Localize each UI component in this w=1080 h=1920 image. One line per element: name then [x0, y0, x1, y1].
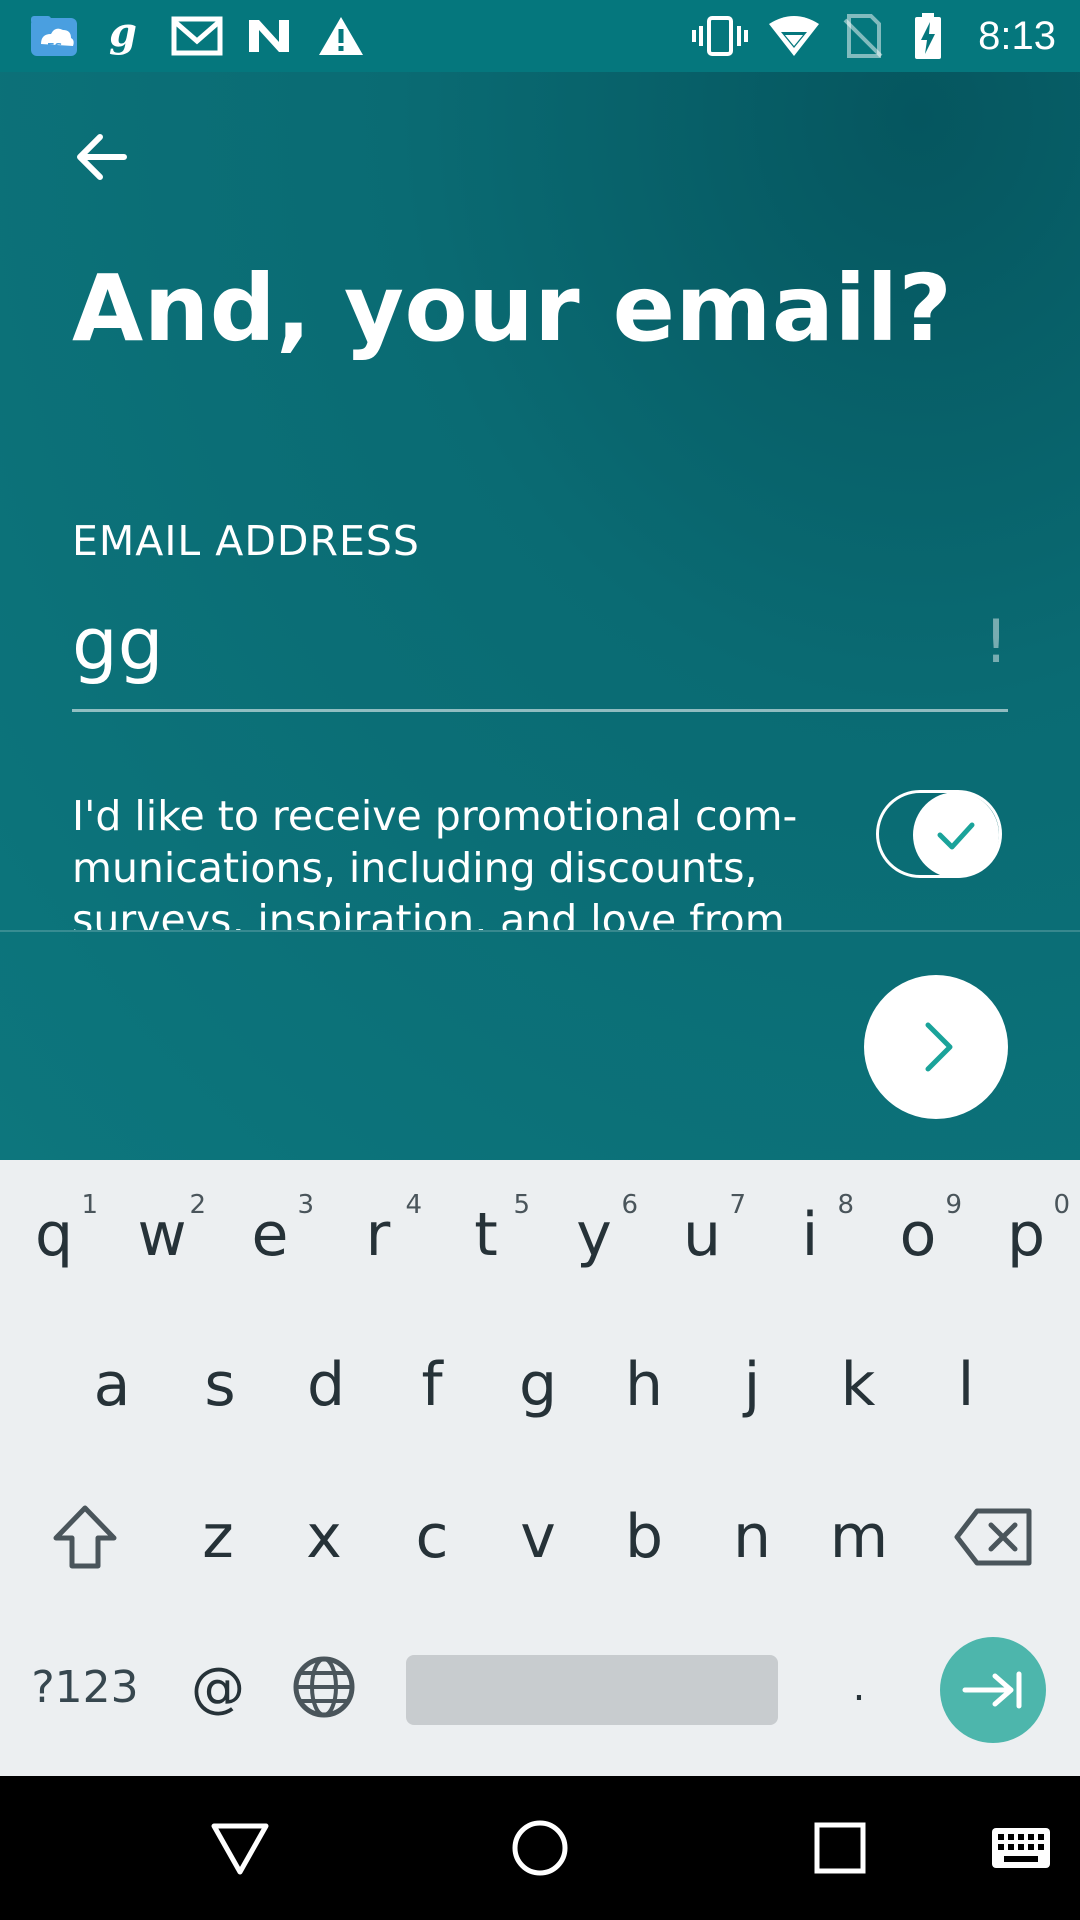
keyboard-row-1: q1 w2 e3 r4 t5 y6 u7 i8 o9 p0 — [0, 1170, 1080, 1320]
key-h[interactable]: h — [590, 1320, 698, 1450]
wifi-icon — [766, 12, 822, 60]
signup-screen: ES g 8:13 And, your email? EMAIL ADDRESS… — [0, 0, 1080, 1160]
key-u[interactable]: u7 — [648, 1170, 756, 1300]
backspace-key[interactable] — [938, 1472, 1048, 1602]
back-nav-button[interactable] — [200, 1776, 280, 1920]
email-label: EMAIL ADDRESS — [72, 517, 420, 565]
keyboard-row-2: a s d f g h j k l — [0, 1320, 1080, 1470]
key-n[interactable]: n — [698, 1472, 806, 1602]
key-o[interactable]: o9 — [864, 1170, 972, 1300]
clock: 8:13 — [978, 14, 1056, 58]
es-file-explorer-icon: ES — [28, 12, 80, 60]
gmail-icon — [170, 12, 224, 60]
home-nav-button[interactable] — [500, 1776, 580, 1920]
svg-text:ES: ES — [47, 41, 63, 54]
keyboard-icon — [992, 1828, 1050, 1868]
warning-icon — [316, 12, 366, 60]
backspace-icon — [954, 1508, 1032, 1566]
key-m[interactable]: m — [804, 1472, 914, 1602]
no-sim-icon — [840, 12, 886, 60]
key-b[interactable]: b — [590, 1472, 698, 1602]
key-q[interactable]: q1 — [0, 1170, 108, 1300]
battery-charging-icon — [910, 12, 946, 60]
key-a[interactable]: a — [58, 1320, 166, 1450]
key-d[interactable]: d — [272, 1320, 380, 1450]
email-input-value[interactable]: gg — [72, 602, 163, 686]
key-e[interactable]: e3 — [216, 1170, 324, 1300]
key-p[interactable]: p0 — [972, 1170, 1080, 1300]
square-recents-icon — [814, 1822, 866, 1874]
key-i[interactable]: i8 — [756, 1170, 864, 1300]
back-button[interactable] — [70, 125, 134, 189]
recents-nav-button[interactable] — [800, 1776, 880, 1920]
symbols-key[interactable]: ?123 — [20, 1622, 150, 1752]
status-bar: ES g 8:13 — [0, 0, 1080, 72]
shift-icon — [53, 1505, 117, 1569]
next-button[interactable] — [864, 975, 1008, 1119]
key-k[interactable]: k — [804, 1320, 912, 1450]
key-w[interactable]: w2 — [108, 1170, 216, 1300]
key-c[interactable]: c — [378, 1472, 486, 1602]
page-title: And, your email? — [72, 255, 953, 362]
email-field[interactable]: gg ! — [72, 602, 1008, 712]
check-icon — [937, 822, 975, 850]
key-v[interactable]: v — [484, 1472, 592, 1602]
key-z[interactable]: z — [164, 1472, 272, 1602]
divider — [0, 930, 1080, 932]
keyboard-row-3: z x c v b n m — [0, 1472, 1080, 1622]
triangle-back-icon — [211, 1823, 269, 1875]
key-f[interactable]: f — [378, 1320, 486, 1450]
svg-text:g: g — [109, 14, 137, 56]
period-key[interactable]: . — [804, 1622, 914, 1752]
enter-key[interactable] — [940, 1637, 1046, 1743]
tab-next-icon — [962, 1671, 1022, 1709]
promo-text: I'd like to receive promotional com-muni… — [72, 792, 798, 930]
shift-key[interactable] — [30, 1472, 140, 1602]
chevron-right-icon — [925, 1022, 953, 1072]
arrow-left-icon — [77, 134, 127, 180]
space-bar[interactable] — [406, 1655, 778, 1725]
key-j[interactable]: j — [698, 1320, 806, 1450]
key-t[interactable]: t5 — [432, 1170, 540, 1300]
goodreads-icon: g — [104, 12, 144, 60]
key-g[interactable]: g — [484, 1320, 592, 1450]
language-key[interactable] — [270, 1622, 378, 1752]
at-key[interactable]: @ — [164, 1622, 272, 1752]
keyboard-switch-button[interactable] — [986, 1776, 1056, 1920]
n-app-icon — [244, 12, 294, 60]
key-x[interactable]: x — [270, 1472, 378, 1602]
navigation-bar — [0, 1776, 1080, 1920]
globe-icon — [293, 1656, 355, 1718]
toggle-knob — [913, 792, 999, 878]
promo-toggle[interactable] — [876, 790, 1002, 878]
key-y[interactable]: y6 — [540, 1170, 648, 1300]
key-s[interactable]: s — [166, 1320, 274, 1450]
error-indicator-icon: ! — [983, 607, 1008, 677]
circle-home-icon — [512, 1820, 568, 1876]
vibrate-icon — [690, 12, 750, 60]
key-r[interactable]: r4 — [324, 1170, 432, 1300]
key-l[interactable]: l — [912, 1320, 1020, 1450]
